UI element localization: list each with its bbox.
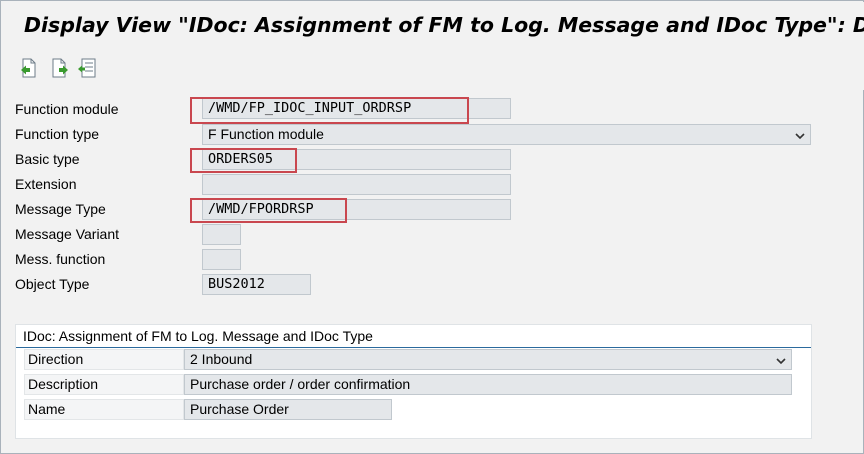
basic-type-highlight	[190, 148, 297, 173]
title-bar: Display View "IDoc: Assignment of FM to …	[2, 2, 864, 48]
window-frame: Display View "IDoc: Assignment of FM to …	[0, 0, 864, 454]
description-field[interactable]: Purchase order / order confirmation	[184, 374, 792, 395]
message-variant-label: Message Variant	[15, 226, 120, 242]
next-entry-icon[interactable]	[51, 58, 69, 78]
message-type-label: Message Type	[15, 201, 106, 217]
extension-label: Extension	[15, 176, 77, 192]
function-module-highlight	[190, 97, 469, 124]
message-variant-field[interactable]	[202, 224, 241, 245]
message-type-highlight	[190, 198, 347, 223]
description-label: Description	[24, 374, 184, 395]
page-title: Display View "IDoc: Assignment of FM to …	[24, 13, 864, 37]
object-type-field[interactable]: BUS2012	[202, 274, 311, 295]
direction-value: 2 Inbound	[190, 351, 253, 367]
basic-type-label: Basic type	[15, 151, 80, 167]
chevron-down-icon[interactable]	[794, 128, 806, 140]
application-toolbar	[2, 48, 864, 90]
direction-dropdown[interactable]: 2 Inbound	[184, 349, 792, 370]
function-module-label: Function module	[15, 101, 119, 117]
mess-function-label: Mess. function	[15, 251, 106, 267]
mess-function-field[interactable]	[202, 249, 241, 270]
direction-label: Direction	[24, 349, 184, 370]
group-title: IDoc: Assignment of FM to Log. Message a…	[23, 328, 373, 344]
group-title-rule	[16, 347, 811, 348]
name-field[interactable]: Purchase Order	[184, 399, 392, 420]
object-type-label: Object Type	[15, 276, 90, 292]
function-type-label: Function type	[15, 126, 100, 142]
function-type-value: F Function module	[208, 126, 324, 142]
idoc-assignment-group: IDoc: Assignment of FM to Log. Message a…	[15, 324, 812, 439]
function-type-dropdown[interactable]: F Function module	[202, 124, 811, 145]
previous-entry-icon[interactable]	[20, 58, 38, 78]
name-label: Name	[24, 399, 184, 420]
extension-field[interactable]	[202, 174, 511, 195]
chevron-down-icon[interactable]	[775, 353, 787, 365]
variable-list-icon[interactable]	[77, 58, 96, 78]
